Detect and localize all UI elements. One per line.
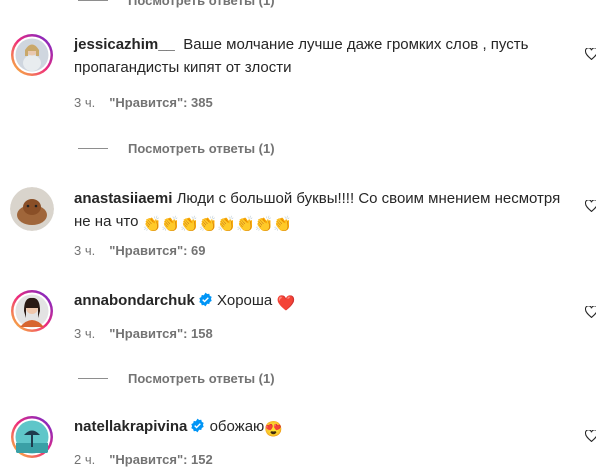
- divider-line: [78, 147, 108, 149]
- comment-message: обожаю: [209, 418, 265, 435]
- like-heart-icon[interactable]: [584, 429, 596, 447]
- comment-meta: 3 ч. "Нравится": 385: [74, 95, 213, 110]
- username-link[interactable]: jessicazhim__: [74, 36, 175, 53]
- view-replies-button[interactable]: Посмотреть ответы (1): [78, 139, 275, 157]
- avatar[interactable]: [10, 33, 54, 77]
- verified-badge-icon: [198, 291, 213, 314]
- verified-badge-icon: [190, 417, 205, 440]
- timestamp[interactable]: 3 ч.: [74, 326, 95, 341]
- like-heart-icon[interactable]: [584, 199, 596, 217]
- likes-count[interactable]: "Нравится": 152: [109, 452, 213, 467]
- username-link[interactable]: anastasiiaemi: [74, 190, 172, 207]
- view-replies-button[interactable]: Посмотреть ответы (1): [78, 369, 275, 387]
- likes-count[interactable]: "Нравится": 69: [109, 243, 205, 258]
- comment-meta: 2 ч. "Нравится": 152: [74, 452, 213, 467]
- comment-meta: 3 ч. "Нравится": 158: [74, 326, 213, 341]
- divider-line: [78, 0, 108, 1]
- username-link[interactable]: annabondarchuk: [74, 292, 195, 309]
- timestamp[interactable]: 2 ч.: [74, 452, 95, 467]
- comment-text: annabondarchuk Хороша ❤️: [74, 289, 564, 315]
- timestamp[interactable]: 3 ч.: [74, 243, 95, 258]
- avatar[interactable]: [10, 289, 54, 333]
- comment-text: natellakrapivina обожаю😍: [74, 415, 564, 441]
- like-heart-icon[interactable]: [584, 47, 596, 65]
- view-replies-label: Посмотреть ответы (1): [128, 0, 275, 8]
- comment-message: Хороша: [217, 292, 273, 309]
- clapping-hands-icon: 👏👏👏👏👏👏👏👏: [142, 216, 293, 233]
- timestamp[interactable]: 3 ч.: [74, 95, 95, 110]
- comment-meta: 3 ч. "Нравится": 69: [74, 243, 206, 258]
- username-link[interactable]: natellakrapivina: [74, 418, 187, 435]
- comment-text: anastasiiaemi Люди с большой буквы!!!! С…: [74, 187, 564, 236]
- likes-count[interactable]: "Нравится": 158: [109, 326, 213, 341]
- like-heart-icon[interactable]: [584, 305, 596, 323]
- view-replies-label: Посмотреть ответы (1): [128, 370, 275, 386]
- divider-line: [78, 377, 108, 379]
- avatar[interactable]: [10, 187, 54, 231]
- view-replies-label: Посмотреть ответы (1): [128, 140, 275, 156]
- view-replies-button[interactable]: Посмотреть ответы (1): [78, 0, 275, 9]
- avatar[interactable]: [10, 415, 54, 459]
- comment-text: jessicazhim__ Ваше молчание лучше даже г…: [74, 33, 564, 79]
- red-heart-icon: ❤️: [276, 295, 296, 312]
- likes-count[interactable]: "Нравится": 385: [109, 95, 213, 110]
- heart-eyes-icon: 😍: [264, 421, 283, 438]
